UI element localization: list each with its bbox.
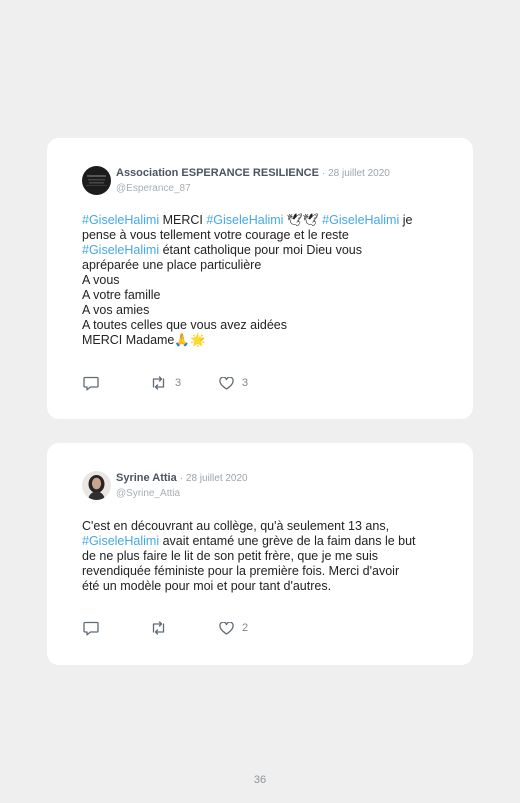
tweet-text-line: A vous <box>82 273 445 288</box>
tweet-text-segment: de ne plus faire le lit de son petit frè… <box>82 549 378 563</box>
tweet-author-block: Syrine Attia · 28 juillet 2020 @Syrine_A… <box>116 471 248 500</box>
author-name[interactable]: Syrine Attia <box>116 472 177 484</box>
tweet-actions: 2 <box>83 620 453 636</box>
tweet-author-block: Association ESPERANCE RESILIENCE · 28 ju… <box>116 166 390 195</box>
tweet-header: Syrine Attia · 28 juillet 2020 @Syrine_A… <box>82 471 453 503</box>
tweet-card: Syrine Attia · 28 juillet 2020 @Syrine_A… <box>47 443 473 665</box>
hashtag-link[interactable]: #GiseleHalimi <box>82 243 159 257</box>
avatar[interactable] <box>82 471 111 500</box>
like-button[interactable]: 3 <box>219 375 248 391</box>
reply-button[interactable] <box>83 620 99 636</box>
tweet-header: Association ESPERANCE RESILIENCE · 28 ju… <box>82 166 453 198</box>
tweet-text-segment: pense à vous tellement votre courage et … <box>82 228 349 242</box>
tweet-text-line: #GiseleHalimi étant catholique pour moi … <box>82 243 445 258</box>
tweet-date[interactable]: · 28 juillet 2020 <box>322 168 390 179</box>
heart-icon <box>219 621 234 635</box>
author-handle[interactable]: @Esperance_87 <box>116 182 390 195</box>
tweet-text-segment: A votre famille <box>82 288 161 302</box>
tweet-text-segment: A vos amies <box>82 303 150 317</box>
tweet-text-segment: apréparée une place particulière <box>82 258 262 272</box>
tweet-text-line: #GiseleHalimi avait entamé une grève de … <box>82 534 445 549</box>
retweet-icon <box>150 376 167 390</box>
tweet-text-segment: MERCI <box>159 213 207 227</box>
hashtag-link[interactable]: #GiseleHalimi <box>206 213 283 227</box>
tweet-text-segment: A toutes celles que vous avez aidées <box>82 318 287 332</box>
tweet-text-segment: A vous <box>82 273 120 287</box>
tweet-text-line: MERCI Madame🙏🌟 <box>82 333 445 348</box>
author-name[interactable]: Association ESPERANCE RESILIENCE <box>116 167 319 179</box>
tweet-text-line: #GiseleHalimi MERCI #GiseleHalimi 🕊🕊 #Gi… <box>82 213 445 228</box>
reply-icon <box>83 621 99 636</box>
tweet-text-segment: été un modèle pour moi et pour tant d'au… <box>82 579 332 593</box>
tweet-text-line: pense à vous tellement votre courage et … <box>82 228 445 243</box>
hashtag-link[interactable]: #GiseleHalimi <box>82 534 159 548</box>
like-count: 2 <box>242 622 249 634</box>
hashtag-link[interactable]: #GiseleHalimi <box>82 213 159 227</box>
tweet-actions: 3 3 <box>83 375 453 391</box>
retweet-button[interactable]: 3 <box>150 375 181 391</box>
tweet-text: C'est en découvrant au collège, qu'à seu… <box>82 519 445 594</box>
tweet-text-line: été un modèle pour moi et pour tant d'au… <box>82 579 445 594</box>
author-handle[interactable]: @Syrine_Attia <box>116 487 248 500</box>
reply-icon <box>83 376 99 391</box>
tweet-text-line: A votre famille <box>82 288 445 303</box>
tweet-text-segment: je <box>399 213 413 227</box>
tweet-text-line: C'est en découvrant au collège, qu'à seu… <box>82 519 445 534</box>
tweet-text-line: apréparée une place particulière <box>82 258 445 273</box>
page-number: 36 <box>253 774 267 786</box>
reply-button[interactable] <box>83 375 99 391</box>
like-button[interactable]: 2 <box>219 620 248 636</box>
avatar[interactable] <box>82 166 111 195</box>
tweet-text-segment: 🕊🕊 <box>283 213 323 227</box>
tweet-text: #GiseleHalimi MERCI #GiseleHalimi 🕊🕊 #Gi… <box>82 213 445 348</box>
tweet-text-segment: étant catholique pour moi Dieu vous <box>159 243 363 257</box>
tweet-text-segment: avait entamé une grève de la faim dans l… <box>159 534 416 548</box>
tweet-card: Association ESPERANCE RESILIENCE · 28 ju… <box>47 138 473 419</box>
tweet-date[interactable]: · 28 juillet 2020 <box>180 473 248 484</box>
tweet-text-segment: revendiquée féministe pour la première f… <box>82 564 400 578</box>
hashtag-link[interactable]: #GiseleHalimi <box>322 213 399 227</box>
tweet-text-line: A vos amies <box>82 303 445 318</box>
tweet-text-line: revendiquée féministe pour la première f… <box>82 564 445 579</box>
retweet-count: 3 <box>175 377 182 389</box>
like-count: 3 <box>242 377 249 389</box>
retweet-button[interactable] <box>150 620 175 636</box>
tweet-text-segment: MERCI Madame🙏🌟 <box>82 333 206 347</box>
heart-icon <box>219 376 234 390</box>
tweet-text-line: de ne plus faire le lit de son petit frè… <box>82 549 445 564</box>
tweet-text-line: A toutes celles que vous avez aidées <box>82 318 445 333</box>
retweet-icon <box>150 621 167 635</box>
tweet-text-segment: C'est en découvrant au collège, qu'à seu… <box>82 519 390 533</box>
